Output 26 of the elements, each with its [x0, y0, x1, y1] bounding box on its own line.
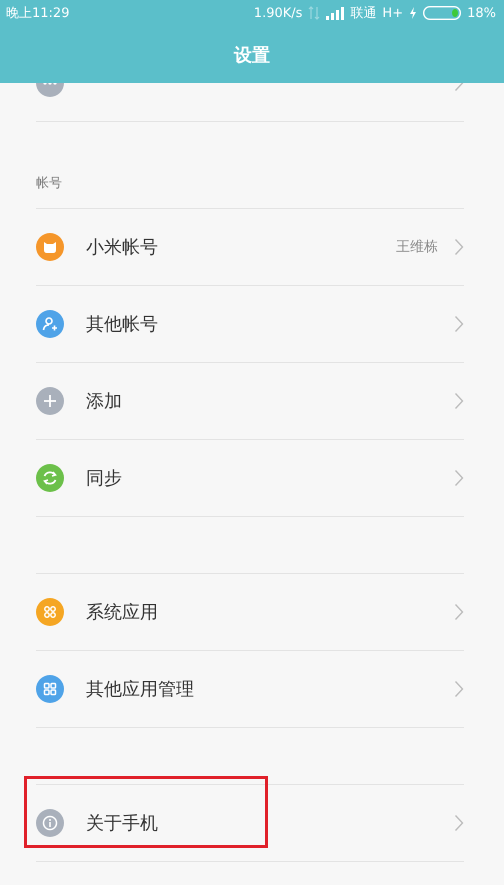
- chevron-icon: [454, 392, 464, 410]
- chevron-icon: [454, 603, 464, 621]
- chevron-icon: [454, 814, 464, 832]
- settings-item[interactable]: 关于手机: [36, 785, 464, 861]
- chevron-icon: [454, 315, 464, 333]
- charging-icon: [409, 7, 418, 19]
- section-header: 帐号: [36, 175, 63, 193]
- data-transfer-icon: [308, 6, 320, 20]
- status-time: 晚上11:29: [6, 5, 70, 22]
- settings-item[interactable]: 系统应用: [36, 574, 464, 650]
- carrier-name: 联通: [350, 5, 376, 22]
- settings-item[interactable]: 其他应用管理: [36, 651, 464, 727]
- chevron-icon: [454, 680, 464, 698]
- chevron-icon: [454, 469, 464, 487]
- screen-title: 设置: [234, 44, 270, 66]
- network-speed: 1.90K/s: [254, 6, 302, 20]
- chevron-icon: [454, 238, 464, 256]
- settings-item[interactable]: 同步: [36, 440, 464, 516]
- account-name: 王维栋: [396, 238, 438, 256]
- battery-percent: 18%: [467, 6, 496, 20]
- settings-item[interactable]: 其他帐号: [36, 286, 464, 362]
- settings-item[interactable]: 小米帐号 王维栋: [36, 209, 464, 285]
- settings-item[interactable]: 添加: [36, 363, 464, 439]
- signal-icon: [326, 6, 344, 20]
- battery-icon: [423, 6, 462, 20]
- network-type: H+: [382, 6, 404, 20]
